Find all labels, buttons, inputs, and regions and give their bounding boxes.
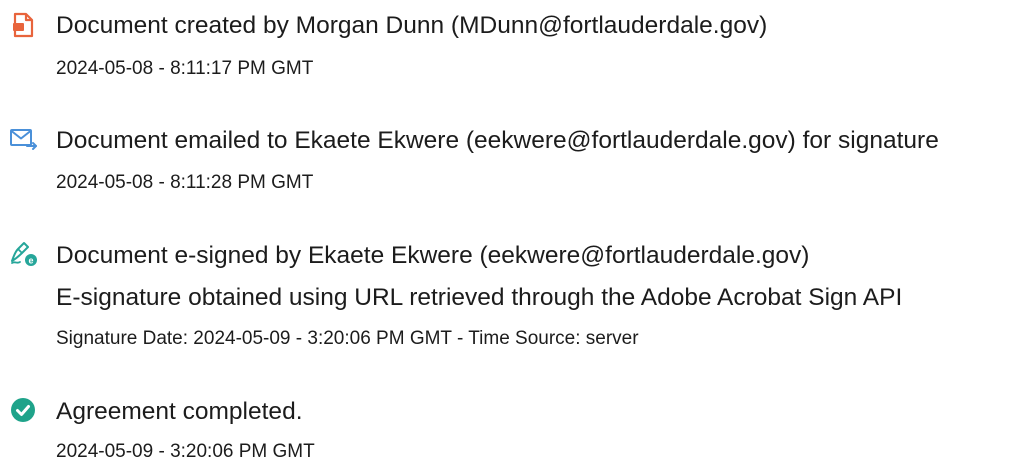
event-timestamp: Signature Date: 2024-05-09 - 3:20:06 PM …	[56, 328, 639, 349]
event-title: Document emailed to Ekaete Ekwere (eekwe…	[56, 127, 939, 154]
event-title: Agreement completed.	[56, 398, 303, 425]
email-sent-icon	[8, 124, 38, 154]
svg-text:e: e	[28, 256, 33, 266]
event-timestamp: 2024-05-08 - 8:11:28 PM GMT	[56, 172, 314, 193]
agreement-completed-icon	[8, 395, 38, 425]
e-signed-icon: e	[8, 237, 38, 267]
document-created-icon	[8, 10, 38, 40]
event-detail: E-signature obtained using URL retrieved…	[56, 284, 903, 311]
event-timestamp: 2024-05-08 - 8:11:17 PM GMT	[56, 58, 314, 79]
audit-trail: { "events": [ { "icon": "document-create…	[0, 0, 1016, 464]
event-title: Document created by Morgan Dunn (MDunn@f…	[56, 12, 768, 39]
event-timestamp: 2024-05-09 - 3:20:06 PM GMT	[56, 441, 315, 462]
event-title: Document e-signed by Ekaete Ekwere (eekw…	[56, 242, 810, 269]
